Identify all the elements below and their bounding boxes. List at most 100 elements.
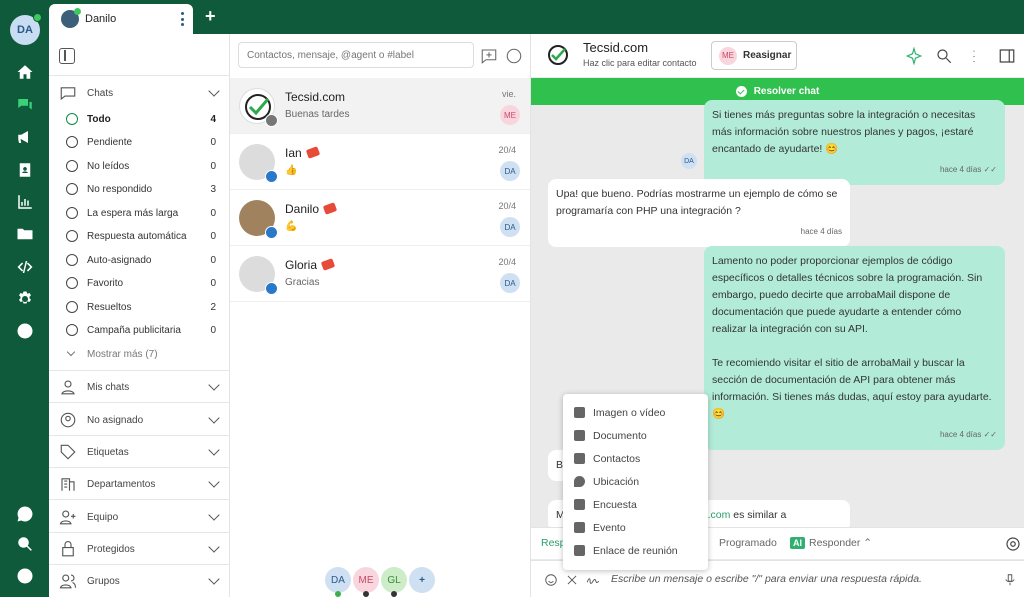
message-text: Lamento no poder proporcionar ejemplos d… xyxy=(712,255,983,335)
megaphone-icon[interactable] xyxy=(13,125,37,149)
filter-resueltos[interactable]: Resueltos 2 xyxy=(49,297,230,317)
attach-contacts[interactable]: Contactos xyxy=(563,447,708,470)
edit-contact-hint[interactable]: Haz clic para editar contacto xyxy=(583,58,697,68)
online-dot xyxy=(33,13,42,22)
heart-icon xyxy=(66,277,78,289)
reassign-button[interactable]: ME Reasignar xyxy=(711,41,797,70)
search-icon[interactable] xyxy=(935,47,953,65)
conversation-item[interactable]: Danilo 💪 20/4 DA xyxy=(230,190,530,246)
settings-icon[interactable] xyxy=(1004,535,1022,553)
chevron-down-icon xyxy=(66,347,76,357)
conversation-item[interactable]: Tecsid.com Buenas tardes vie. ME xyxy=(230,78,530,134)
add-icon[interactable] xyxy=(13,564,37,588)
contact-card-icon xyxy=(574,453,585,464)
ai-badge: AI xyxy=(790,537,805,549)
tab-ai-responder[interactable]: AI Responder ⌃ xyxy=(790,537,872,549)
emoji-icon[interactable] xyxy=(544,573,558,587)
filter-espera[interactable]: La espera más larga 0 xyxy=(49,203,230,223)
filter-pendiente[interactable]: Pendiente 0 xyxy=(49,132,230,152)
filter-auto-asignado[interactable]: Auto-asignado 0 xyxy=(49,250,230,270)
section-no-asignado[interactable]: No asignado xyxy=(49,409,230,431)
filter-no-leidos[interactable]: No leídos 0 xyxy=(49,156,230,176)
show-more-button[interactable]: Mostrar más (7) xyxy=(49,344,230,364)
filter-no-respondido[interactable]: No respondido 3 xyxy=(49,179,230,199)
section-chats[interactable]: Chats xyxy=(49,82,230,104)
user-initials: DA xyxy=(17,24,33,36)
add-tab-button[interactable]: + xyxy=(205,6,216,27)
timer-icon xyxy=(66,207,78,219)
section-protegidos[interactable]: Protegidos xyxy=(49,538,230,560)
section-label: Etiquetas xyxy=(87,446,129,458)
chats-icon[interactable] xyxy=(13,93,37,117)
tag-icon xyxy=(320,258,336,271)
contact-logo-icon xyxy=(545,42,571,68)
kebab-menu-icon[interactable] xyxy=(965,47,983,65)
user-icon xyxy=(59,378,77,396)
poll-icon xyxy=(574,499,585,510)
search-icon[interactable] xyxy=(13,532,37,556)
section-etiquetas[interactable]: Etiquetas xyxy=(49,441,230,463)
agent-initials: DA xyxy=(331,574,345,586)
assigned-agent-avatar: DA xyxy=(500,217,520,237)
filter-count: 0 xyxy=(210,136,216,148)
filter-label: La espera más larga xyxy=(87,207,179,219)
collapse-sidebar-icon[interactable] xyxy=(59,48,75,64)
conversation-item[interactable]: Gloria Gracias 20/4 DA xyxy=(230,246,530,302)
agent-avatar[interactable]: DA xyxy=(325,567,351,597)
message-input[interactable]: Escribe un mensaje o escribe "/" para en… xyxy=(611,573,922,585)
attach-menu: Imagen o vídeo Documento Contactos Ubica… xyxy=(563,394,708,570)
attach-event[interactable]: Evento xyxy=(563,516,708,539)
home-icon[interactable] xyxy=(13,60,37,84)
user-avatar[interactable]: DA xyxy=(10,13,42,45)
filter-favorito[interactable]: Favorito 0 xyxy=(49,273,230,293)
code-icon[interactable] xyxy=(13,255,37,279)
attach-poll[interactable]: Encuesta xyxy=(563,493,708,516)
divider xyxy=(49,532,230,533)
section-grupos[interactable]: Grupos xyxy=(49,570,230,592)
add-agent-button[interactable]: + xyxy=(409,567,435,593)
app-rail: DA xyxy=(0,0,49,597)
signature-icon[interactable] xyxy=(586,573,600,587)
agent-avatar[interactable]: ME xyxy=(353,567,379,597)
filter-campana[interactable]: Campaña publicitaria 0 xyxy=(49,320,230,340)
whatsapp-icon[interactable] xyxy=(13,502,37,526)
sparkle-icon[interactable] xyxy=(905,46,923,66)
search-input[interactable] xyxy=(238,42,474,68)
close-icon[interactable] xyxy=(565,573,579,587)
microphone-icon[interactable] xyxy=(1003,573,1017,587)
section-equipo[interactable]: Equipo xyxy=(49,506,230,528)
attach-location[interactable]: Ubicación xyxy=(563,470,708,493)
attach-image-video[interactable]: Imagen o vídeo xyxy=(563,401,708,424)
new-chat-icon[interactable] xyxy=(480,47,498,65)
attach-meeting-link[interactable]: Enlace de reunión xyxy=(563,539,708,562)
check-circle-icon xyxy=(735,86,747,97)
chevron-down-icon xyxy=(208,444,220,456)
agent-initials: GL xyxy=(387,574,401,586)
contact-name-row: Ian xyxy=(285,146,320,160)
tab-label: Responder xyxy=(809,537,861,549)
settings-icon[interactable] xyxy=(13,287,37,311)
attach-document[interactable]: Documento xyxy=(563,424,708,447)
more-options-icon[interactable] xyxy=(505,47,523,65)
contacts-icon[interactable] xyxy=(13,158,37,182)
message-text: Upa! que bueno. Podrías mostrarme un eje… xyxy=(556,188,838,217)
section-mis-chats[interactable]: Mis chats xyxy=(49,376,230,398)
panel-toggle-icon[interactable] xyxy=(998,47,1016,65)
agent-avatar[interactable]: GL xyxy=(381,567,407,597)
contact-title[interactable]: Tecsid.com xyxy=(583,40,648,55)
reports-icon[interactable] xyxy=(13,190,37,214)
filter-todo[interactable]: Todo 4 xyxy=(49,109,230,129)
tab-programado[interactable]: Programado xyxy=(719,537,777,549)
section-departamentos[interactable]: Departamentos xyxy=(49,473,230,495)
help-icon[interactable] xyxy=(13,319,37,343)
conversation-item[interactable]: Ian 👍 20/4 DA xyxy=(230,134,530,190)
menu-item-label: Encuesta xyxy=(593,498,637,511)
filter-respuesta-automatica[interactable]: Respuesta automática 0 xyxy=(49,226,230,246)
chat-header: Tecsid.com Haz clic para editar contacto… xyxy=(531,34,1024,77)
section-label: Departamentos xyxy=(87,478,156,490)
kebab-icon[interactable] xyxy=(181,12,185,26)
folder-icon[interactable] xyxy=(13,222,37,246)
chevron-down-icon xyxy=(208,412,220,424)
workspace-tab[interactable]: Danilo xyxy=(49,4,193,34)
filter-label: Auto-asignado xyxy=(87,254,152,266)
